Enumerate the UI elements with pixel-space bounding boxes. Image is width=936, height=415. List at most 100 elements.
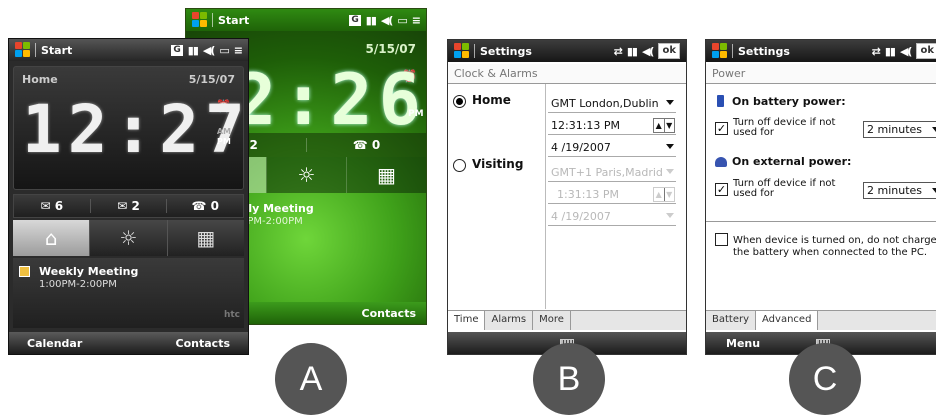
appointment-time: 0PM-2:00PM — [241, 216, 303, 227]
battery-power-header: On battery power: — [732, 95, 846, 108]
visiting-timezone-select: GMT+1 Paris,Madrid — [548, 164, 676, 182]
launcher-tab[interactable]: ▦ — [346, 157, 426, 193]
tab-more[interactable]: More — [533, 311, 571, 330]
appointment-title: Weekly Meeting — [39, 265, 139, 278]
status-bar: Start G ▮▮ ◀( ▭ ≡ — [9, 39, 248, 61]
notification-counts: ✉ 6 ✉ 2 ☎ 0 — [13, 194, 244, 218]
launcher-tab[interactable]: ▦ — [166, 220, 244, 256]
tab-alarms[interactable]: Alarms — [485, 311, 534, 330]
ok-button[interactable]: ok — [658, 43, 680, 59]
start-label[interactable]: Start — [41, 44, 72, 57]
messages-count[interactable]: ✉ 2 — [89, 199, 167, 213]
signal-icon[interactable]: ▮▮ — [627, 45, 638, 58]
appointment-time: 1:00PM-2:00PM — [39, 279, 117, 290]
visiting-date-field: 4 /19/2007 — [548, 208, 676, 226]
home-radio[interactable] — [453, 95, 466, 108]
signal-icon[interactable]: ▮▮ — [885, 45, 896, 58]
home-label: Home — [472, 93, 511, 107]
label-c: C — [789, 343, 861, 415]
windows-start-icon[interactable] — [192, 12, 208, 28]
battery-icon[interactable]: ▭ — [219, 44, 229, 57]
volume-icon[interactable]: ◀( — [642, 45, 654, 58]
time-spinner[interactable]: ▲ ▼ — [653, 118, 675, 133]
calendar-softkey[interactable]: Calendar — [27, 337, 82, 350]
status-icons: G ▮▮ ◀( ▭ ≡ — [171, 44, 243, 57]
ok-button[interactable]: ok — [916, 43, 936, 59]
contacts-softkey[interactable]: Contacts — [176, 337, 230, 350]
chevron-down-icon — [666, 213, 674, 218]
section-title: Power — [706, 64, 936, 84]
tab-battery[interactable]: Battery — [706, 311, 757, 330]
chevron-down-icon — [932, 188, 936, 193]
sync-icon[interactable]: ⇄ — [872, 45, 881, 58]
windows-start-icon[interactable] — [454, 43, 470, 59]
tab-bar: Battery Advanced — [706, 310, 936, 330]
voicemail-icon: ✉ — [40, 199, 55, 213]
sync-icon[interactable]: ⇄ — [614, 45, 623, 58]
home-time-field[interactable]: 12:31:13 PM ▲ ▼ — [548, 117, 676, 135]
no-charge-label: When device is turned on, do not charge … — [733, 235, 936, 258]
home-tab[interactable]: ⌂ — [13, 220, 90, 256]
settings-title: Settings — [738, 44, 790, 58]
htc-logo: htc — [223, 310, 240, 320]
appointment-card[interactable]: Weekly Meeting 1:00PM-2:00PM — [13, 258, 244, 328]
voicemail-count[interactable]: ✉ 6 — [14, 199, 90, 213]
windows-start-icon[interactable] — [712, 43, 728, 59]
connectivity-icon[interactable]: ≡ — [412, 14, 421, 27]
no-charge-checkbox[interactable] — [715, 233, 728, 246]
phone-c-power-settings: Settings ⇄ ▮▮ ◀( ok Power On battery pow… — [705, 39, 936, 355]
grid-icon: ▦ — [196, 226, 216, 250]
signal-icon[interactable]: ▮▮ — [366, 14, 377, 27]
visiting-radio[interactable] — [453, 159, 466, 172]
battery-icon[interactable]: ▭ — [397, 14, 407, 27]
signal-icon[interactable]: ▮▮ — [188, 44, 199, 57]
section-title: Clock & Alarms — [448, 64, 686, 84]
start-label[interactable]: Start — [218, 14, 249, 27]
sun-icon: ☼ — [297, 163, 316, 187]
external-turnoff-checkbox[interactable]: ✓ — [715, 183, 728, 196]
settings-title: Settings — [480, 44, 532, 58]
label-a: A — [275, 343, 347, 415]
missed-calls-count[interactable]: ☎ 0 — [306, 138, 426, 152]
sun-icon: ☼ — [119, 226, 138, 250]
contacts-softkey[interactable]: Contacts — [362, 307, 416, 320]
clock-panel[interactable]: Home 5/15/07 ⏰ 12:27 AM PM — [13, 66, 245, 190]
home-date-field[interactable]: 4 /19/2007 — [548, 139, 676, 157]
windows-start-icon[interactable] — [15, 42, 31, 58]
time-spinner: ▲ ▼ — [653, 187, 675, 202]
menu-softkey[interactable]: Menu — [726, 337, 760, 350]
battery-timeout-select[interactable]: 2 minutes — [863, 121, 936, 138]
battery-icon — [717, 95, 724, 107]
battery-turnoff-checkbox[interactable]: ✓ — [715, 122, 728, 135]
tab-bar: Time Alarms More — [448, 310, 686, 330]
external-turnoff-label: Turn off device if not used for — [733, 178, 836, 199]
volume-icon[interactable]: ◀( — [203, 44, 215, 57]
weather-tab[interactable]: ☼ — [89, 220, 167, 256]
phone-a-dark-home-screen: Start G ▮▮ ◀( ▭ ≡ Home 5/15/07 ⏰ 12:27 A… — [8, 38, 249, 355]
appointment-title[interactable]: kly Meeting — [241, 202, 314, 215]
date-display: 5/15/07 — [365, 42, 416, 56]
status-bar: Start G ▮▮ ◀( ▭ ≡ — [186, 9, 426, 31]
message-icon: ✉ — [117, 199, 132, 213]
volume-icon[interactable]: ◀( — [900, 45, 912, 58]
home-timezone-select[interactable]: GMT London,Dublin — [548, 95, 676, 113]
plug-icon — [715, 157, 727, 167]
missed-calls-count[interactable]: ☎ 0 — [166, 199, 243, 213]
divider — [35, 43, 36, 57]
divider — [732, 44, 733, 58]
chevron-down-icon — [666, 144, 674, 149]
divider — [474, 44, 475, 58]
tab-advanced[interactable]: Advanced — [756, 311, 819, 330]
calendar-icon — [19, 266, 30, 277]
chevron-down-icon — [666, 100, 674, 105]
connectivity-icon[interactable]: ≡ — [234, 44, 243, 57]
tab-time[interactable]: Time — [448, 311, 486, 330]
volume-icon[interactable]: ◀( — [381, 14, 393, 27]
gprs-icon: G — [171, 44, 183, 56]
comparison-scene: Start G ▮▮ ◀( ▭ ≡ 5/15/07 ⏰ 12:26 PM ✉ 2… — [0, 0, 936, 415]
weather-tab[interactable]: ☼ — [266, 157, 346, 193]
external-timeout-select[interactable]: 2 minutes — [863, 182, 936, 199]
phone-icon: ☎ — [191, 199, 211, 213]
grid-icon: ▦ — [377, 163, 396, 187]
visiting-time-field: 1:31:13 PM ▲ ▼ — [548, 186, 676, 204]
